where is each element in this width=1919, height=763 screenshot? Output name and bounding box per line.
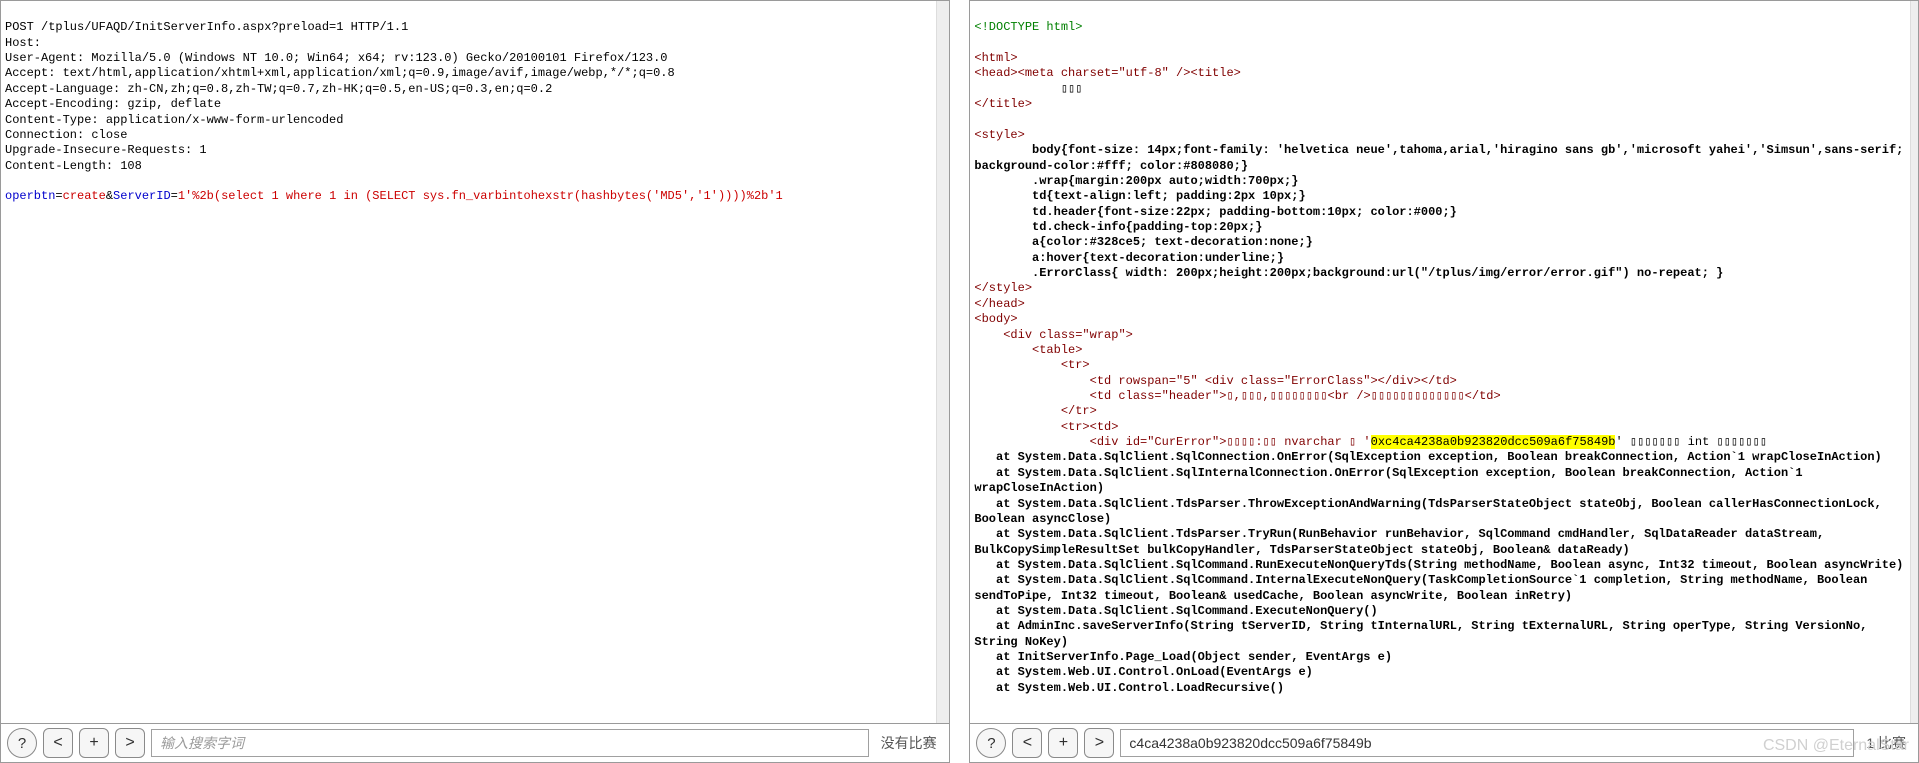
http-header-line: Connection: close <box>5 128 127 142</box>
prev-button[interactable]: < <box>1012 728 1042 758</box>
code-line: <html> <box>974 51 1017 65</box>
code-line: </head> <box>974 297 1024 311</box>
next-button[interactable]: > <box>115 728 145 758</box>
http-header-line: User-Agent: Mozilla/5.0 (Windows NT 10.0… <box>5 51 668 65</box>
help-button[interactable]: ? <box>7 728 37 758</box>
response-pane: <!DOCTYPE html> <html> <head><meta chars… <box>969 0 1919 763</box>
code-line: <div id="CurError">▯▯▯▯:▯▯ nvarchar ▯ '0… <box>974 435 1767 449</box>
request-pane: POST /tplus/UFAQD/InitServerInfo.aspx?pr… <box>0 0 950 763</box>
request-body[interactable]: POST /tplus/UFAQD/InitServerInfo.aspx?pr… <box>1 1 936 723</box>
prev-button[interactable]: < <box>43 728 73 758</box>
http-header-line: Accept-Encoding: gzip, deflate <box>5 97 221 111</box>
code-line: td{text-align:left; padding:2px 10px;} <box>974 189 1305 203</box>
body-param: ServerID <box>113 189 171 203</box>
code-line: a{color:#328ce5; text-decoration:none;} <box>974 235 1312 249</box>
code-line: <style> <box>974 128 1024 142</box>
code-line: <div class="wrap"> <box>974 328 1132 342</box>
code-line: <td rowspan="5" <div class="ErrorClass">… <box>974 374 1456 388</box>
stack-line: at System.Web.UI.Control.LoadRecursive() <box>974 681 1284 695</box>
response-body[interactable]: <!DOCTYPE html> <html> <head><meta chars… <box>970 1 1909 723</box>
code-line: </title> <box>974 97 1032 111</box>
match-status: 1 比赛 <box>1860 733 1912 753</box>
code-line: a:hover{text-decoration:underline;} <box>974 251 1284 265</box>
http-header-line: Accept: text/html,application/xhtml+xml,… <box>5 66 675 80</box>
code-line: </tr> <box>974 404 1096 418</box>
code-line: td.header{font-size:22px; padding-bottom… <box>974 205 1456 219</box>
code-line: td.check-info{padding-top:20px;} <box>974 220 1262 234</box>
response-footer: ? < + > 1 比赛 <box>970 723 1918 762</box>
body-value: 1'%2b(select 1 where 1 in (SELECT sys.fn… <box>178 189 783 203</box>
stack-line: at System.Data.SqlClient.SqlCommand.Inte… <box>974 573 1874 602</box>
request-footer: ? < + > 没有比赛 <box>1 723 949 762</box>
http-header-line: Upgrade-Insecure-Requests: 1 <box>5 143 207 157</box>
code-line: <tr> <box>974 358 1089 372</box>
code-line: <body> <box>974 312 1017 326</box>
http-header-line: Accept-Language: zh-CN,zh;q=0.8,zh-TW;q=… <box>5 82 552 96</box>
stack-line: at System.Data.SqlClient.TdsParser.Throw… <box>974 497 1889 526</box>
search-input[interactable] <box>1120 729 1854 757</box>
scrollbar[interactable] <box>936 1 949 723</box>
code-line: ▯▯▯ <box>974 82 1082 96</box>
stack-line: at System.Web.UI.Control.OnLoad(EventArg… <box>974 665 1312 679</box>
code-line: <head><meta charset="utf-8" /><title> <box>974 66 1240 80</box>
code-line: .wrap{margin:200px auto;width:700px;} <box>974 174 1298 188</box>
http-header-line: Content-Type: application/x-www-form-url… <box>5 113 343 127</box>
scrollbar[interactable] <box>1910 1 1918 723</box>
http-header-line: Content-Length: 108 <box>5 159 142 173</box>
help-button[interactable]: ? <box>976 728 1006 758</box>
highlighted-hash: 0xc4ca4238a0b923820dcc509a6f75849b <box>1371 435 1616 449</box>
http-header-line: Host: <box>5 36 41 50</box>
stack-line: at InitServerInfo.Page_Load(Object sende… <box>974 650 1392 664</box>
stack-line: at System.Data.SqlClient.SqlCommand.RunE… <box>974 558 1903 572</box>
code-line: <table> <box>974 343 1082 357</box>
body-value: create <box>63 189 106 203</box>
code-line: </style> <box>974 281 1032 295</box>
http-header-line: POST /tplus/UFAQD/InitServerInfo.aspx?pr… <box>5 20 408 34</box>
match-status: 没有比赛 <box>875 733 943 753</box>
stack-line: at AdminInc.saveServerInfo(String tServe… <box>974 619 1874 648</box>
stack-line: at System.Data.SqlClient.SqlCommand.Exec… <box>974 604 1377 618</box>
add-button[interactable]: + <box>1048 728 1078 758</box>
pane-divider[interactable] <box>950 0 970 763</box>
code-line: <td class="header">▯,▯▯▯,▯▯▯▯▯▯▯▯<br />▯… <box>974 389 1500 403</box>
add-button[interactable]: + <box>79 728 109 758</box>
code-line: .ErrorClass{ width: 200px;height:200px;b… <box>974 266 1723 280</box>
code-line: <tr><td> <box>974 420 1118 434</box>
app-root: POST /tplus/UFAQD/InitServerInfo.aspx?pr… <box>0 0 1919 763</box>
next-button[interactable]: > <box>1084 728 1114 758</box>
body-param: operbtn <box>5 189 55 203</box>
stack-line: at System.Data.SqlClient.SqlInternalConn… <box>974 466 1809 495</box>
search-input[interactable] <box>151 729 869 757</box>
stack-line: at System.Data.SqlClient.TdsParser.TryRu… <box>974 527 1831 556</box>
stack-line: at System.Data.SqlClient.SqlConnection.O… <box>974 450 1881 464</box>
code-line: <!DOCTYPE html> <box>974 20 1082 34</box>
code-line: body{font-size: 14px;font-family: 'helve… <box>974 143 1909 172</box>
